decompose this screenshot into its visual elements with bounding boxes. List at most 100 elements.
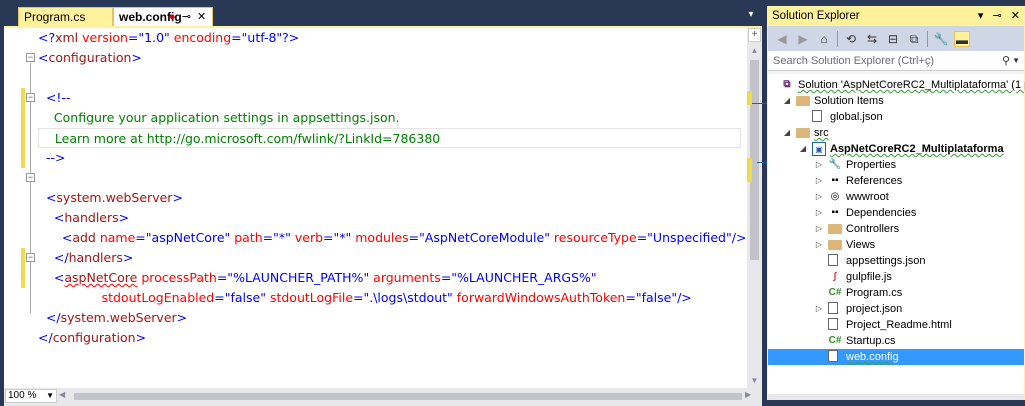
chevron-down-icon[interactable]: ▾ xyxy=(978,10,984,22)
code-line[interactable]: <?xml version="1.0" encoding="utf-8"?> xyxy=(38,28,299,48)
solution-tree[interactable]: ⧉ Solution 'AspNetCoreRC2_Multiplataforma… xyxy=(768,74,1025,394)
change-indicator xyxy=(21,248,25,288)
expand-arrow-icon[interactable]: ▷ xyxy=(814,221,824,237)
tree-item[interactable]: C# Startup.cs xyxy=(768,333,1024,349)
expand-arrow-icon[interactable]: ◢ xyxy=(798,141,808,157)
search-icon[interactable]: ⚲ xyxy=(1002,51,1010,71)
collapse-icon[interactable]: − xyxy=(26,53,35,62)
tree-item-label: src xyxy=(814,127,829,139)
tree-item-label: Program.cs xyxy=(846,287,903,299)
tree-item[interactable]: web.config xyxy=(768,349,1024,365)
code-line[interactable]: <handlers> xyxy=(38,208,129,228)
wrench-icon: 🔧 xyxy=(828,159,842,170)
close-icon[interactable]: ✕ xyxy=(1011,10,1020,22)
tree-item[interactable]: ▷ project.json xyxy=(768,301,1024,317)
tree-item[interactable]: ▷ ◎ wwwroot xyxy=(768,189,1024,205)
expand-arrow-icon[interactable]: ▷ xyxy=(814,157,824,173)
code-line[interactable]: Learn more at http://go.microsoft.com/fw… xyxy=(38,128,741,148)
tree-item[interactable]: ◢ Solution Items xyxy=(768,93,1024,109)
pin-icon[interactable]: ⊸ xyxy=(182,11,191,23)
tree-item[interactable]: Project_Readme.html xyxy=(768,317,1024,333)
scroll-right-icon[interactable]: ▶ xyxy=(745,390,751,399)
pin-icon[interactable]: ⊸ xyxy=(993,10,1002,22)
code-line[interactable]: </configuration> xyxy=(38,328,146,348)
search-input[interactable]: Search Solution Explorer (Ctrl+ç) ⚲ ▼ xyxy=(768,51,1024,71)
code-line[interactable]: <aspNetCore processPath="%LAUNCHER_PATH%… xyxy=(38,268,597,288)
horizontal-scrollbar[interactable] xyxy=(768,394,1024,400)
code-line[interactable]: <add name="aspNetCore" path="*" verb="*"… xyxy=(38,228,747,248)
properties-icon[interactable]: 🔧 xyxy=(933,31,949,47)
toolbar-separator xyxy=(837,30,838,47)
tree-item[interactable]: ▷ Controllers xyxy=(768,221,1024,237)
scroll-down-icon[interactable]: ▼ xyxy=(747,374,762,388)
tree-item[interactable]: ▷ Views xyxy=(768,237,1024,253)
scroll-left-icon[interactable]: ◀ xyxy=(59,390,65,399)
tree-item[interactable]: ⧉ Solution 'AspNetCoreRC2_Multiplataforma… xyxy=(768,77,1025,93)
horizontal-scroll-thumb[interactable] xyxy=(74,393,742,400)
expand-arrow-icon[interactable]: ▷ xyxy=(814,301,824,317)
code-line[interactable]: <!-- xyxy=(38,88,71,108)
tree-item-label: Solution 'AspNetCoreRC2_Multiplataforma'… xyxy=(798,79,1025,91)
home-icon[interactable]: ⌂ xyxy=(816,31,832,47)
code-token: =" xyxy=(625,290,642,305)
collapse-icon[interactable]: − xyxy=(26,93,35,102)
code-token: =" xyxy=(262,230,279,245)
code-lines[interactable]: <?xml version="1.0" encoding="utf-8"?> <c… xyxy=(38,28,747,388)
code-editor-pane: Program.cs web.config ● ⊸ ✕ ▾ − − − − <?… xyxy=(0,0,762,406)
forward-icon[interactable]: ▶ xyxy=(795,31,811,47)
code-line[interactable]: stdoutLogEnabled="false" stdoutLogFile="… xyxy=(38,288,692,308)
chevron-down-icon[interactable]: ▼ xyxy=(1012,51,1020,71)
vertical-scrollbar[interactable]: + ▲ ▼ xyxy=(747,28,762,388)
file-icon xyxy=(828,318,838,330)
tree-item[interactable]: ▷ ▪▪ Dependencies xyxy=(768,205,1024,221)
expand-arrow-icon[interactable]: ◢ xyxy=(782,125,792,141)
code-line[interactable]: <configuration> xyxy=(38,48,142,68)
code-token: =" xyxy=(323,230,340,245)
collapse-icon[interactable]: − xyxy=(26,173,35,182)
file-icon xyxy=(828,350,838,362)
expand-arrow-icon[interactable]: ▷ xyxy=(814,173,824,189)
sync-icon[interactable]: ⇆ xyxy=(864,31,880,47)
code-line[interactable]: </handlers> xyxy=(38,248,133,268)
code-token: =" xyxy=(440,270,458,285)
expand-arrow-icon[interactable]: ◢ xyxy=(782,93,792,109)
toolbar-separator xyxy=(927,30,928,47)
tree-item[interactable]: ◢ ▣ AspNetCoreRC2_Multiplataforma xyxy=(768,141,1024,157)
code-line[interactable]: --> xyxy=(38,148,66,168)
code-token: utf-8 xyxy=(247,30,277,45)
preview-icon[interactable]: ▬ xyxy=(954,30,970,47)
chevron-down-icon[interactable]: ▾ xyxy=(744,8,758,22)
code-line[interactable]: <system.webServer> xyxy=(38,188,183,208)
file-icon xyxy=(828,302,838,314)
tree-item[interactable]: global.json xyxy=(768,109,1024,125)
show-all-files-icon[interactable]: ⧉ xyxy=(906,31,922,47)
collapse-icon[interactable]: − xyxy=(26,253,35,262)
editor-text-area[interactable]: − − − − <?xml version="1.0" encoding="ut… xyxy=(4,26,762,388)
scroll-up-icon[interactable]: ▲ xyxy=(747,44,762,58)
back-icon[interactable]: ◀ xyxy=(774,31,790,47)
tree-item[interactable]: C# Program.cs xyxy=(768,285,1024,301)
tab-web-config[interactable]: web.config ● ⊸ ✕ xyxy=(113,7,213,26)
close-icon[interactable]: ✕ xyxy=(197,11,206,23)
expand-arrow-icon[interactable]: ▷ xyxy=(814,189,824,205)
tree-item[interactable]: ▷ ▪▪ References xyxy=(768,173,1024,189)
tree-item-label: Properties xyxy=(846,159,897,171)
tree-item[interactable]: ∫ gulpfile.js xyxy=(768,269,1024,285)
tree-item[interactable]: ◢ src xyxy=(768,125,1024,141)
panel-title-bar: Solution Explorer ▾ ⊸ ✕ xyxy=(768,7,1024,26)
tree-item-label: Solution Items xyxy=(814,95,884,107)
pending-changes-icon[interactable]: ⟲ xyxy=(843,31,859,47)
tab-program-cs[interactable]: Program.cs xyxy=(18,7,113,26)
code-line[interactable]: Configure your application settings in a… xyxy=(38,108,400,128)
expand-arrow-icon[interactable]: ▷ xyxy=(814,237,824,253)
collapse-all-icon[interactable]: ⊟ xyxy=(885,31,901,47)
expand-arrow-icon[interactable]: ▷ xyxy=(814,205,824,221)
split-icon[interactable]: + xyxy=(748,28,761,42)
code-token: < xyxy=(38,50,49,65)
code-token: =" xyxy=(353,290,370,305)
tree-item[interactable]: appsettings.json xyxy=(768,253,1024,269)
zoom-select[interactable]: 100 % ▼ xyxy=(5,389,57,403)
tree-item[interactable]: ▷ 🔧 Properties xyxy=(768,157,1024,173)
code-line[interactable]: </system.webServer> xyxy=(38,308,187,328)
code-token: %LAUNCHER_PATH% xyxy=(233,270,364,285)
